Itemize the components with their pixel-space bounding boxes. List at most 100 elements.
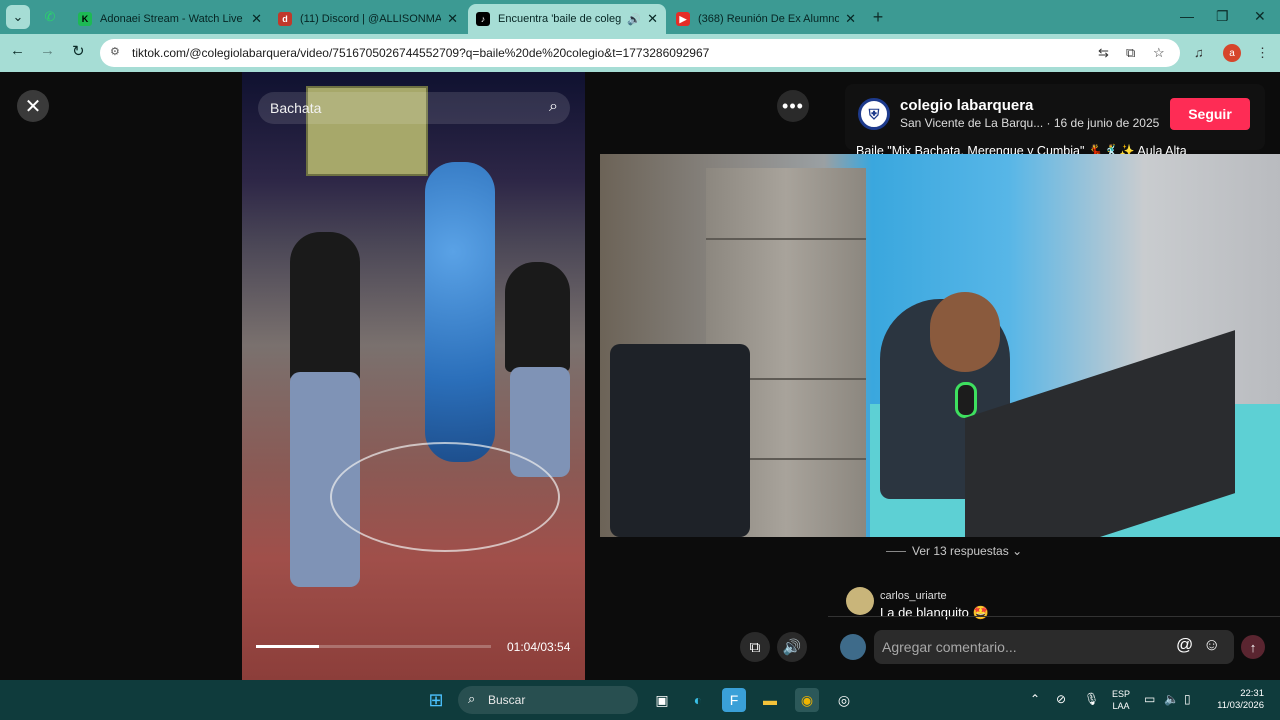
tab-search-button[interactable]: ⌄ (6, 5, 30, 29)
tab-title: (11) Discord | @ALLISONMARIA (300, 13, 442, 25)
chevron-up-icon[interactable]: ⌃ (1030, 692, 1040, 706)
commenter-avatar[interactable] (846, 587, 874, 615)
close-icon[interactable]: ✕ (447, 11, 458, 27)
tab-title: Adonaei Stream - Watch Live o (100, 13, 246, 25)
close-icon: ✕ (24, 95, 42, 118)
comment-text: La de blanquito 🤩 (880, 605, 989, 620)
comment-placeholder: Agregar comentario... (882, 639, 1017, 655)
battery-icon[interactable]: ▯ (1184, 692, 1191, 706)
tab-adonaei-stream[interactable]: K Adonaei Stream - Watch Live o ✕ (70, 4, 270, 34)
whatsapp-icon[interactable]: ✆ (38, 5, 62, 29)
close-video-button[interactable]: ✕ (17, 90, 49, 122)
profile-avatar[interactable]: a (1223, 44, 1241, 62)
author-meta: San Vicente de La Barqu... · 16 de junio… (900, 116, 1160, 130)
tab-youtube[interactable]: ▶ (368) Reunión De Ex Alumnos - ✕ (668, 4, 864, 34)
minimize-icon[interactable]: — (1180, 8, 1194, 24)
display-icon[interactable]: ▭ (1144, 692, 1155, 706)
close-window-icon[interactable]: ✕ (1254, 8, 1266, 25)
picture-in-picture-icon: ⧉ (749, 638, 761, 656)
comment-divider (828, 616, 1280, 617)
divider-dash (886, 551, 906, 553)
video-time: 01:04/03:54 (507, 640, 571, 654)
clock-date: 11/03/2026 (1217, 700, 1264, 711)
court-line (330, 442, 560, 552)
view-replies-button[interactable]: Ver 13 respuestas ⌄ (886, 544, 1022, 558)
close-icon[interactable]: ✕ (647, 11, 658, 27)
translate-icon[interactable]: ⇆ (1098, 45, 1109, 61)
pip-button[interactable]: ⧉ (740, 632, 770, 662)
menu-icon[interactable]: ⋮ (1256, 45, 1269, 61)
school-crest-icon: ⛨ (868, 105, 880, 122)
discord-icon: d (278, 12, 292, 26)
steam-icon[interactable]: ◎ (832, 688, 856, 712)
follow-button[interactable]: Seguir (1170, 98, 1250, 130)
webcam-overlay (600, 154, 1280, 537)
author-avatar[interactable]: ⛨ (858, 98, 890, 130)
site-info-icon[interactable]: ⚙ (110, 45, 126, 61)
tab-tiktok-active[interactable]: ♪ Encuentra 'baile de colegio 🔊 ✕ (468, 4, 666, 34)
current-user-avatar (840, 634, 866, 660)
emoji-icon[interactable]: ☺ (1203, 635, 1220, 655)
browser-tab-strip: ⌄ ✆ K Adonaei Stream - Watch Live o ✕ d … (0, 0, 1280, 34)
taskbar-search[interactable]: ⌕ Buscar (458, 686, 638, 714)
language-indicator[interactable]: ESP LAA (1112, 688, 1130, 712)
youtube-icon: ▶ (676, 12, 690, 26)
browser-toolbar: ← → ↻ ⚙ tiktok.com/@colegiolabarquera/vi… (0, 34, 1280, 72)
commenter-username[interactable]: carlos_uriarte (880, 590, 947, 602)
maximize-icon[interactable]: ❐ (1216, 8, 1229, 25)
speaker-icon[interactable]: 🔊 (627, 13, 641, 26)
chevron-down-icon: ⌄ (1012, 544, 1023, 558)
media-controls-icon[interactable]: ♫ (1194, 45, 1204, 60)
close-icon[interactable]: ✕ (845, 11, 856, 27)
address-bar[interactable]: ⚙ tiktok.com/@colegiolabarquera/video/75… (100, 39, 1180, 67)
dancer-figure (290, 232, 360, 382)
search-text: Bachata (270, 100, 322, 116)
task-view-icon[interactable]: ▣ (650, 688, 674, 712)
windows-taskbar: ⊞ ⌕ Buscar ▣ ◐ F ▬ ◉ ◎ ⌃ ⊘ 🎙 ESP LAA ▭ 🔈… (0, 680, 1280, 720)
tab-discord[interactable]: d (11) Discord | @ALLISONMARIA ✕ (270, 4, 466, 34)
tiktok-icon: ♪ (476, 12, 490, 26)
dancer-figure (505, 262, 570, 372)
mention-icon[interactable]: @ (1176, 635, 1193, 655)
new-tab-button[interactable]: + (866, 5, 890, 29)
forward-icon[interactable]: → (40, 42, 55, 59)
tab-title: Encuentra 'baile de colegio (498, 13, 622, 25)
more-icon: ••• (782, 95, 804, 116)
taskbar-search-label: Buscar (488, 693, 526, 707)
chevron-down-icon: ⌄ (12, 9, 24, 24)
video-progress-bar[interactable] (256, 645, 491, 648)
post-comment-button[interactable]: ↑ (1241, 635, 1265, 659)
volume-button[interactable]: 🔊 (777, 632, 807, 662)
tiktok-page: ✕ Bachata ⌕ 01:04/03:54 ••• ⛨ colegio la… (0, 72, 1280, 680)
reload-icon[interactable]: ↻ (72, 42, 85, 60)
back-icon[interactable]: ← (10, 42, 25, 59)
microphone (955, 382, 977, 418)
tab-title: (368) Reunión De Ex Alumnos - (698, 13, 840, 25)
bookmark-star-icon[interactable]: ☆ (1153, 45, 1165, 61)
replies-label: Ver 13 respuestas (912, 544, 1009, 558)
balloon-arch (425, 162, 495, 462)
lang-top: ESP (1112, 689, 1131, 699)
edge-icon[interactable]: ◐ (686, 688, 710, 712)
start-icon[interactable]: ⊞ (424, 688, 448, 712)
more-options-button[interactable]: ••• (777, 90, 809, 122)
network-off-icon[interactable]: ⊘ (1056, 692, 1066, 706)
close-icon[interactable]: ✕ (251, 11, 262, 27)
wardrobe-shelf (706, 238, 866, 240)
url-text: tiktok.com/@colegiolabarquera/video/7516… (132, 46, 710, 60)
author-name[interactable]: colegio labarquera (900, 97, 1033, 114)
video-search-box[interactable]: Bachata ⌕ (258, 92, 570, 124)
lang-bottom: LAA (1112, 701, 1130, 711)
search-icon[interactable]: ⌕ (549, 98, 558, 116)
install-app-icon[interactable]: ⧉ (1126, 45, 1135, 61)
speaker-icon[interactable]: 🔈 (1164, 692, 1179, 706)
system-clock[interactable]: 22:31 11/03/2026 (1206, 688, 1264, 712)
kick-icon: K (78, 12, 92, 26)
app-icon[interactable]: F (722, 688, 746, 712)
volume-icon: 🔊 (782, 639, 802, 656)
chrome-icon[interactable]: ◉ (795, 688, 819, 712)
microphone-icon[interactable]: 🎙 (1084, 692, 1099, 706)
file-explorer-icon[interactable]: ▬ (758, 688, 782, 712)
search-icon: ⌕ (468, 691, 476, 706)
streamer-face (930, 292, 1000, 372)
